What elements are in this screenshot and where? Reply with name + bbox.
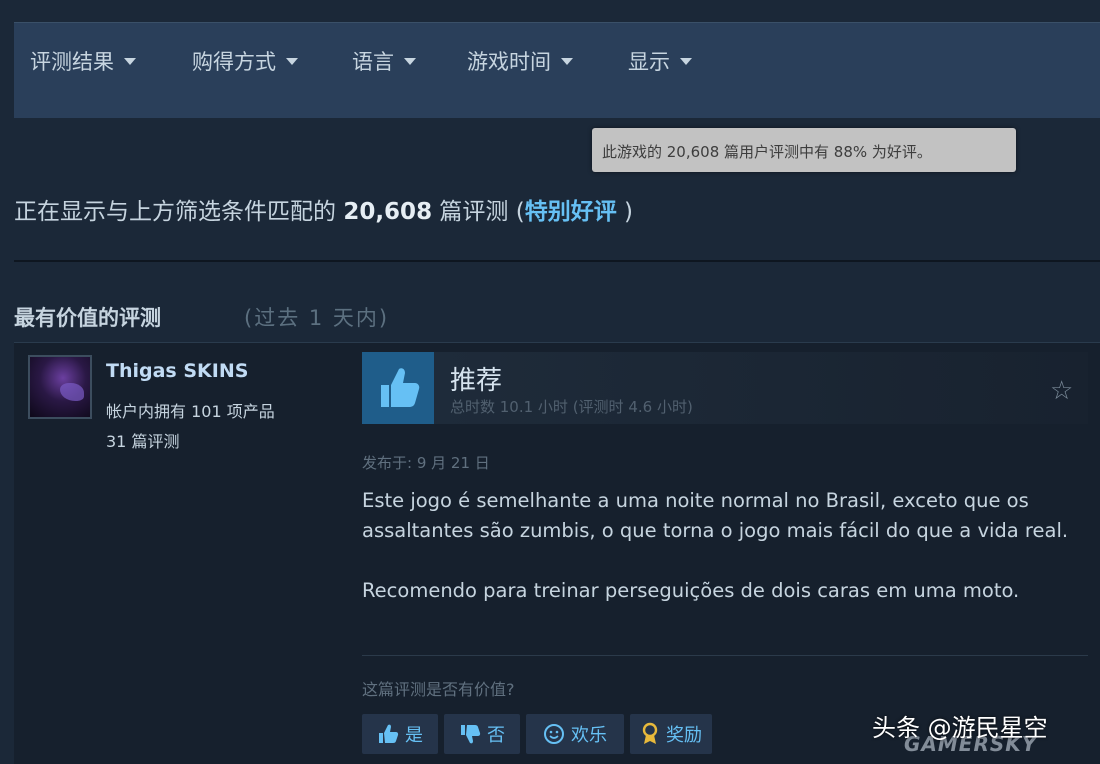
match-count: 20,608 <box>343 199 433 225</box>
overall-rating[interactable]: 特别好评 <box>525 199 617 225</box>
thumbs-up-icon <box>362 352 434 424</box>
reviewer-review-count[interactable]: 31 篇评测 <box>106 428 179 452</box>
filter-playtime[interactable]: 游戏时间 <box>467 46 573 76</box>
reviewer-name[interactable]: Thigas SKINS <box>106 360 248 382</box>
review-paragraph: Recomendo para treinar perseguições de d… <box>362 579 1020 602</box>
filter-label: 显示 <box>628 50 670 74</box>
smiley-icon <box>544 724 564 744</box>
chevron-down-icon <box>561 57 573 65</box>
button-label: 奖励 <box>666 725 702 746</box>
review-body: Este jogo é semelhante a uma noite norma… <box>362 486 1078 606</box>
filter-label: 购得方式 <box>192 50 276 74</box>
playtime-hours: 总时数 10.1 小时 (评测时 4.6 小时) <box>450 398 693 416</box>
recommendation-label: 推荐 <box>450 366 503 396</box>
watermark: 头条 @游民星空 <box>872 714 1048 742</box>
vote-funny-button[interactable]: 欢乐 <box>526 714 624 754</box>
filter-display[interactable]: 显示 <box>628 46 692 76</box>
button-label: 欢乐 <box>571 725 607 746</box>
chevron-down-icon <box>124 57 136 65</box>
reviewer-products[interactable]: 帐户内拥有 101 项产品 <box>106 398 275 422</box>
section-subtitle: (过去 1 天内) <box>244 306 390 330</box>
filter-label: 评测结果 <box>30 50 114 74</box>
star-icon[interactable]: ☆ <box>1050 376 1073 406</box>
award-icon <box>642 722 658 744</box>
match-suffix: 篇评测 ( <box>439 199 525 225</box>
filter-review-type[interactable]: 评测结果 <box>30 46 136 76</box>
award-button[interactable]: 奖励 <box>630 714 712 754</box>
filter-label: 语言 <box>352 50 394 74</box>
section-title: 最有价值的评测 <box>14 306 161 330</box>
match-close: ) <box>624 199 633 225</box>
chevron-down-icon <box>680 57 692 65</box>
match-summary: 正在显示与上方筛选条件匹配的 20,608 篇评测 (特别好评 ) <box>14 192 633 226</box>
posted-date: 发布于: 9 月 21 日 <box>362 454 490 472</box>
vote-no-button[interactable]: 否 <box>444 714 520 754</box>
helpful-question: 这篇评测是否有价值? <box>362 680 515 699</box>
match-prefix: 正在显示与上方筛选条件匹配的 <box>14 199 336 225</box>
chevron-down-icon <box>404 57 416 65</box>
avatar[interactable] <box>28 355 92 419</box>
divider <box>14 260 1100 262</box>
thumbs-up-icon <box>379 724 399 743</box>
chevron-down-icon <box>286 57 298 65</box>
filter-label: 游戏时间 <box>467 50 551 74</box>
button-label: 否 <box>487 725 505 746</box>
vote-yes-button[interactable]: 是 <box>362 714 438 754</box>
divider <box>362 655 1088 656</box>
filter-purchase-type[interactable]: 购得方式 <box>192 46 298 76</box>
review-paragraph: Este jogo é semelhante a uma noite norma… <box>362 489 1069 542</box>
rating-tooltip: 此游戏的 20,608 篇用户评测中有 88% 为好评。 <box>592 128 1016 172</box>
thumbs-down-icon <box>461 725 481 744</box>
button-label: 是 <box>405 725 423 746</box>
filter-language[interactable]: 语言 <box>352 46 416 76</box>
